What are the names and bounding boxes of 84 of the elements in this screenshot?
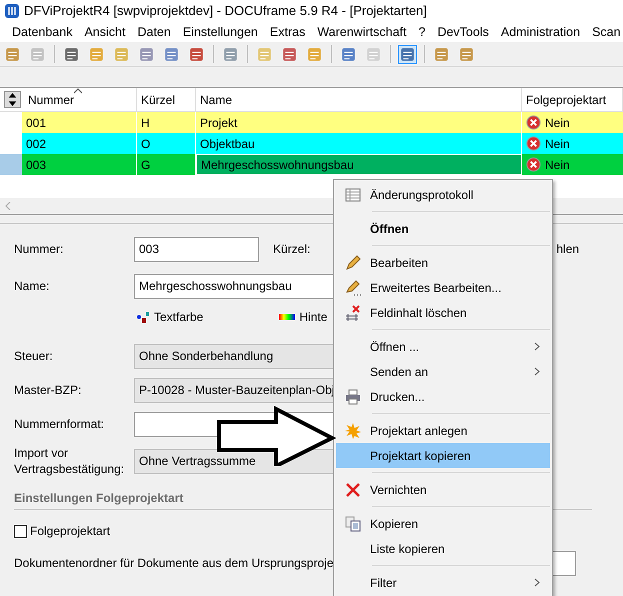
name-field[interactable]: Mehrgeschosswohnungsbau (134, 274, 334, 298)
column-header[interactable]: Folgeprojektart (522, 88, 623, 111)
field-label: Master-BZP: (14, 382, 82, 399)
row-background[interactable]: 002 O Objektbau Nein (22, 133, 623, 154)
menu-option[interactable]: Senden an (336, 359, 550, 384)
field-label: Nummernformat: (14, 416, 106, 433)
menu-label: Öffnen ... (370, 338, 420, 356)
menu-option[interactable]: Liste kopieren (336, 536, 550, 561)
column-header[interactable]: Name (196, 88, 522, 111)
field-label: Name: (14, 278, 50, 295)
menu-item[interactable]: Extras (270, 22, 306, 42)
checkbox[interactable] (14, 524, 27, 538)
menu-item[interactable]: Scan (592, 22, 621, 42)
menu-option[interactable]: Projektart kopieren (336, 443, 550, 468)
menu-item[interactable]: Administration (500, 22, 580, 42)
background-color-button[interactable]: Hinte (299, 308, 328, 326)
menu-label: Kopieren (370, 516, 420, 532)
scroll-left-icon[interactable] (4, 202, 12, 210)
menu-option[interactable]: Filter (336, 570, 550, 595)
menu-label: Bearbeiten (370, 254, 430, 272)
field-label: Import vor Vertragsbestätigung: (14, 445, 126, 477)
table-icon (345, 186, 361, 202)
table-cell-text: Nein (545, 136, 570, 152)
column-header[interactable]: Kürzel (137, 88, 196, 111)
chevron-right-icon (534, 367, 540, 376)
menu-label: Feldinhalt löschen (370, 304, 468, 322)
delete-icon (345, 482, 361, 498)
field-label: Nummer: (14, 241, 64, 258)
table-cell-text: Nein (545, 156, 570, 174)
menu-option[interactable]: Erweitertes Bearbeiten... (336, 275, 550, 300)
chevron-right-icon (534, 578, 540, 587)
menu-label: Drucken... (370, 388, 426, 406)
menu-label: Erweitertes Bearbeiten... (370, 280, 502, 296)
menu-item[interactable]: Einstellungen (182, 22, 258, 42)
menu-option[interactable]: Öffnen ... (336, 334, 550, 359)
menu-item[interactable]: Warenwirtschaft (317, 22, 406, 42)
menu-label: Öffnen (370, 220, 410, 238)
menu-option[interactable]: Feldinhalt löschen (336, 300, 550, 325)
color-gradient-icon (279, 314, 296, 320)
text-color-icon (136, 311, 150, 323)
menu-option[interactable]: Kopieren (336, 511, 550, 536)
menu-option[interactable]: Bearbeiten (336, 250, 550, 275)
pencil-icon (345, 254, 361, 270)
row-background[interactable]: 001 H Projekt Nein (22, 112, 623, 133)
chevron-right-icon (534, 342, 540, 351)
row-background[interactable]: 003 G Mehrgeschosswohnungsbau Nein (22, 154, 623, 175)
menu-label: Projektart kopieren (370, 448, 472, 464)
sort-toggle-icon[interactable] (4, 91, 20, 108)
cross-circle-icon (526, 136, 541, 151)
tax-dropdown[interactable]: Ohne Sonderbehandlung (134, 344, 334, 368)
menu-label: Liste kopieren (370, 540, 446, 558)
cross-circle-icon (526, 115, 541, 130)
field-label: Steuer: (14, 348, 54, 365)
menu-option[interactable]: Drucken... (336, 384, 550, 409)
table-cell: 003 (22, 154, 137, 175)
menu-option[interactable]: Öffnen (336, 216, 550, 241)
field-label: Dokumentenordner für Dokumente aus dem Ursprungsproje (14, 555, 334, 572)
table-cell: Mehrgeschosswohnungsbau (196, 154, 522, 175)
menu-option[interactable]: Projektart anlegen (336, 418, 550, 443)
text-color-button[interactable]: Textfarbe (154, 308, 204, 326)
menu-label: Filter (370, 574, 398, 592)
table-cell-text: Nein (545, 114, 570, 132)
menu-label: Senden an (370, 364, 430, 380)
number-field[interactable]: 003 (134, 236, 259, 262)
copy-icon (345, 516, 361, 532)
menu-option[interactable]: Änderungsprotokoll (336, 182, 550, 207)
menu-label: Projektart anlegen (370, 422, 468, 440)
master-dropdown[interactable]: P-10028 - Muster-Bauzeitenplan-Obj (134, 378, 334, 402)
column-header[interactable]: Nummer (24, 88, 137, 111)
clear-field-icon (345, 304, 361, 320)
pencil-icon (345, 280, 361, 296)
checkbox-label: Folgeprojektart (30, 523, 110, 540)
sun-icon (345, 422, 361, 438)
window-title: DFViProjektR4 [swpviprojektdev] - DOCUframe 5.9 R4 - [Projektarten] (24, 2, 427, 20)
cut-text: hlen (556, 241, 580, 258)
menu-label: Änderungsprotokoll (370, 186, 474, 204)
cross-circle-icon (526, 157, 541, 172)
menu-item[interactable]: ? (418, 22, 426, 42)
menu-item[interactable]: DevTools (437, 22, 489, 42)
menu-item[interactable]: Daten (137, 22, 171, 42)
menu-item[interactable]: Datenbank (12, 22, 72, 42)
menu-item[interactable]: Ansicht (84, 22, 126, 42)
field-label: Kürzel: (273, 241, 310, 258)
app-icon (4, 3, 20, 19)
